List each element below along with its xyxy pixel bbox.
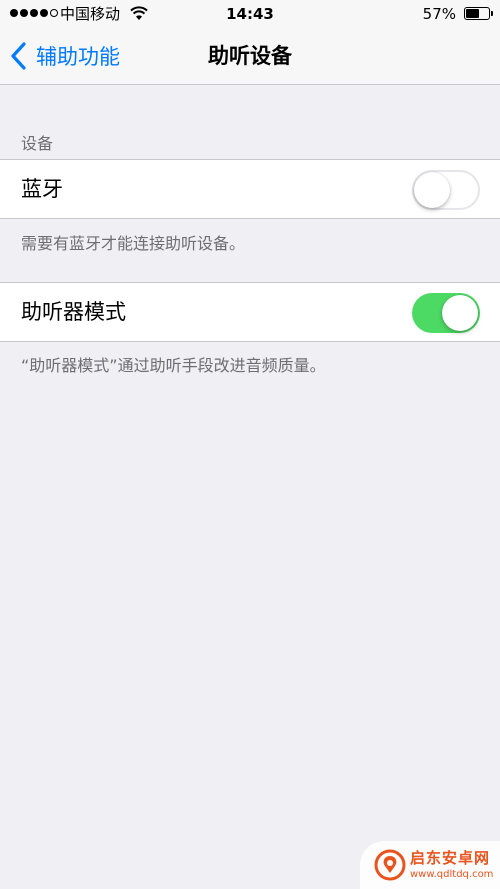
toggle-knob: [442, 295, 478, 331]
watermark-name: 启东安卓网: [410, 849, 491, 867]
back-button-label: 辅助功能: [36, 45, 120, 69]
battery-icon: [464, 7, 493, 20]
bluetooth-toggle[interactable]: [412, 170, 480, 210]
battery-percent: 57%: [422, 5, 456, 23]
chevron-left-icon: [11, 42, 26, 70]
watermark-url: www.qdltdq.com: [410, 869, 494, 880]
status-bar: 中国移动 14:43 57%: [0, 0, 500, 28]
navigation-bar: 助听设备 辅助功能: [0, 28, 500, 85]
hearing-aid-mode-cell: 助听器模式: [0, 282, 500, 342]
hearing-aid-mode-toggle[interactable]: [412, 293, 480, 333]
back-button[interactable]: 辅助功能: [8, 38, 120, 74]
bluetooth-cell: 蓝牙: [0, 159, 500, 219]
hearing-aid-mode-footer: “助听器模式”通过助听手段改进音频质量。: [21, 356, 326, 375]
bluetooth-label: 蓝牙: [21, 177, 63, 201]
hearing-aid-mode-label: 助听器模式: [21, 300, 126, 324]
watermark: 启东安卓网 www.qdltdq.com: [360, 841, 500, 889]
toggle-knob: [414, 172, 450, 208]
bluetooth-footer: 需要有蓝牙才能连接助听设备。: [21, 234, 246, 253]
section-header-devices: 设备: [21, 134, 54, 153]
qidong-logo-icon: [374, 849, 406, 881]
